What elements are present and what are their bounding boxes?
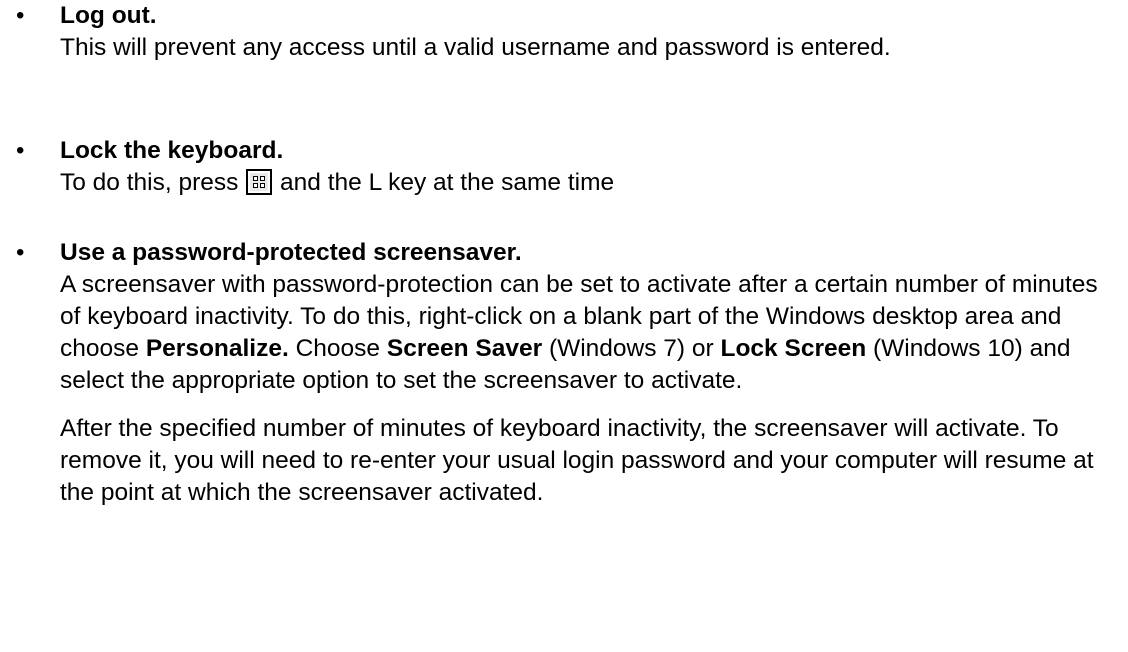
windows-key-icon <box>246 169 273 195</box>
body-text-after: and the L key at the same time <box>280 169 615 196</box>
item-heading: Log out. <box>60 2 157 29</box>
bullet: • <box>16 137 25 164</box>
item-content: Lock the keyboard. To do this, press and… <box>60 135 1124 199</box>
item-body: A screensaver with password-protection c… <box>60 269 1124 397</box>
body-text: (Windows 7) or <box>542 335 721 362</box>
item-body: This will prevent any access until a val… <box>60 34 891 61</box>
item-body-second-paragraph: After the specified number of minutes of… <box>60 415 1094 506</box>
item-heading: Lock the keyboard. <box>60 137 284 164</box>
body-text-before: To do this, press <box>60 169 239 196</box>
personalize-emphasis: Personalize. <box>145 335 289 362</box>
bullet: • <box>16 239 25 266</box>
item-heading: Use a password-protected screensaver. <box>60 239 522 266</box>
bullet: • <box>16 2 25 29</box>
lock-screen-emphasis: Lock Screen <box>720 335 867 362</box>
item-body: To do this, press and the L key at the s… <box>60 167 1124 199</box>
body-text: Choose <box>288 335 387 362</box>
item-content: Use a password-protected screensaver. A … <box>60 237 1124 509</box>
screen-saver-emphasis: Screen Saver <box>386 335 543 362</box>
item-content: Log out. This will prevent any access un… <box>60 0 1124 64</box>
